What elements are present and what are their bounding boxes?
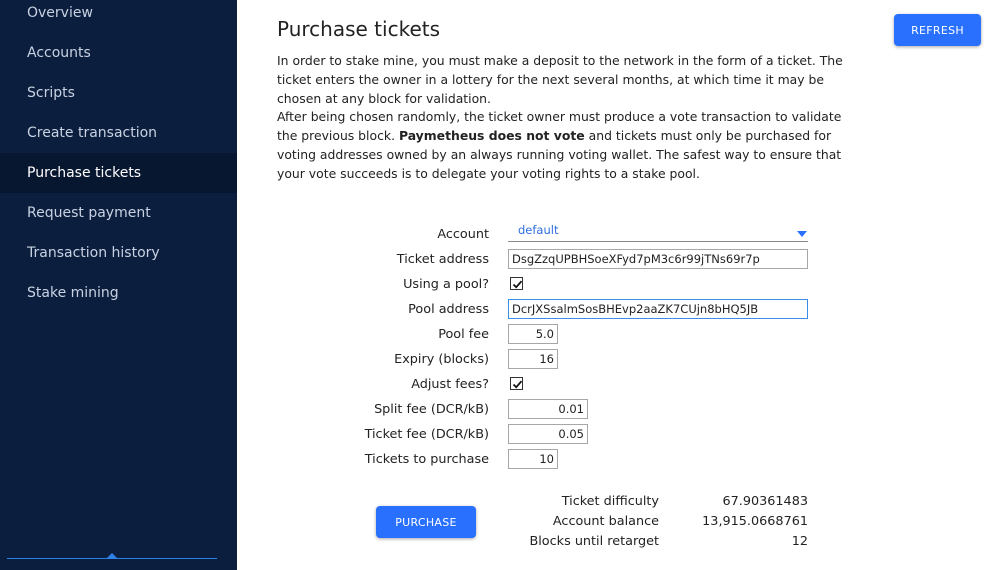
ticket-fee-label: Ticket fee (DCR/kB) [364,427,489,442]
account-label: Account [437,227,489,242]
pool-address-label: Pool address [408,302,489,317]
using-pool-checkbox[interactable] [510,277,523,290]
sidebar: Overview Accounts Scripts Create transac… [0,0,237,570]
account-balance-label: Account balance [552,514,659,529]
tickets-to-purchase-label: Tickets to purchase [364,452,489,467]
checkmark-icon [512,280,523,289]
using-pool-label: Using a pool? [403,277,489,292]
ticket-address-label: Ticket address [396,252,489,267]
blocks-until-retarget-label: Blocks until retarget [529,534,659,549]
split-fee-input[interactable] [508,399,588,419]
checkmark-icon [512,380,523,389]
sidebar-item-create-transaction[interactable]: Create transaction [0,113,237,153]
dropdown-caret-icon [797,231,807,237]
refresh-button[interactable]: REFRESH [894,14,981,46]
page-title: Purchase tickets [277,17,441,41]
sidebar-item-accounts[interactable]: Accounts [0,33,237,73]
account-select[interactable]: default [508,220,808,242]
pool-fee-input[interactable] [508,324,558,344]
ticket-fee-input[interactable] [508,424,588,444]
sidebar-item-stake-mining[interactable]: Stake mining [0,273,237,313]
expiry-input[interactable] [508,349,558,369]
ticket-difficulty-label: Ticket difficulty [561,494,659,509]
description-bold-text: Paymetheus does not vote [398,128,585,144]
pool-fee-label: Pool fee [438,327,489,342]
main-content: Purchase tickets REFRESH In order to sta… [237,0,989,570]
sidebar-item-overview[interactable]: Overview [0,0,237,33]
tickets-to-purchase-input[interactable] [508,449,558,469]
expiry-label: Expiry (blocks) [394,352,489,367]
account-balance-value: 13,915.0668761 [702,514,808,529]
pool-address-input[interactable] [508,299,808,319]
sidebar-item-scripts[interactable]: Scripts [0,73,237,113]
split-fee-label: Split fee (DCR/kB) [374,402,489,417]
sidebar-item-transaction-history[interactable]: Transaction history [0,233,237,273]
account-select-value: default [518,223,559,237]
sidebar-footer-divider [7,558,217,559]
page-description: In order to stake mine, you must make a … [277,52,845,184]
ticket-difficulty-value: 67.90361483 [722,494,809,509]
adjust-fees-label: Adjust fees? [411,377,489,392]
description-paragraph-2: After being chosen randomly, the ticket … [277,108,845,183]
sidebar-item-request-payment[interactable]: Request payment [0,193,237,233]
adjust-fees-checkbox[interactable] [510,377,523,390]
ticket-address-input[interactable] [508,249,808,269]
blocks-until-retarget-value: 12 [791,534,808,549]
sidebar-item-purchase-tickets[interactable]: Purchase tickets [0,153,237,193]
description-paragraph-1: In order to stake mine, you must make a … [277,53,843,106]
